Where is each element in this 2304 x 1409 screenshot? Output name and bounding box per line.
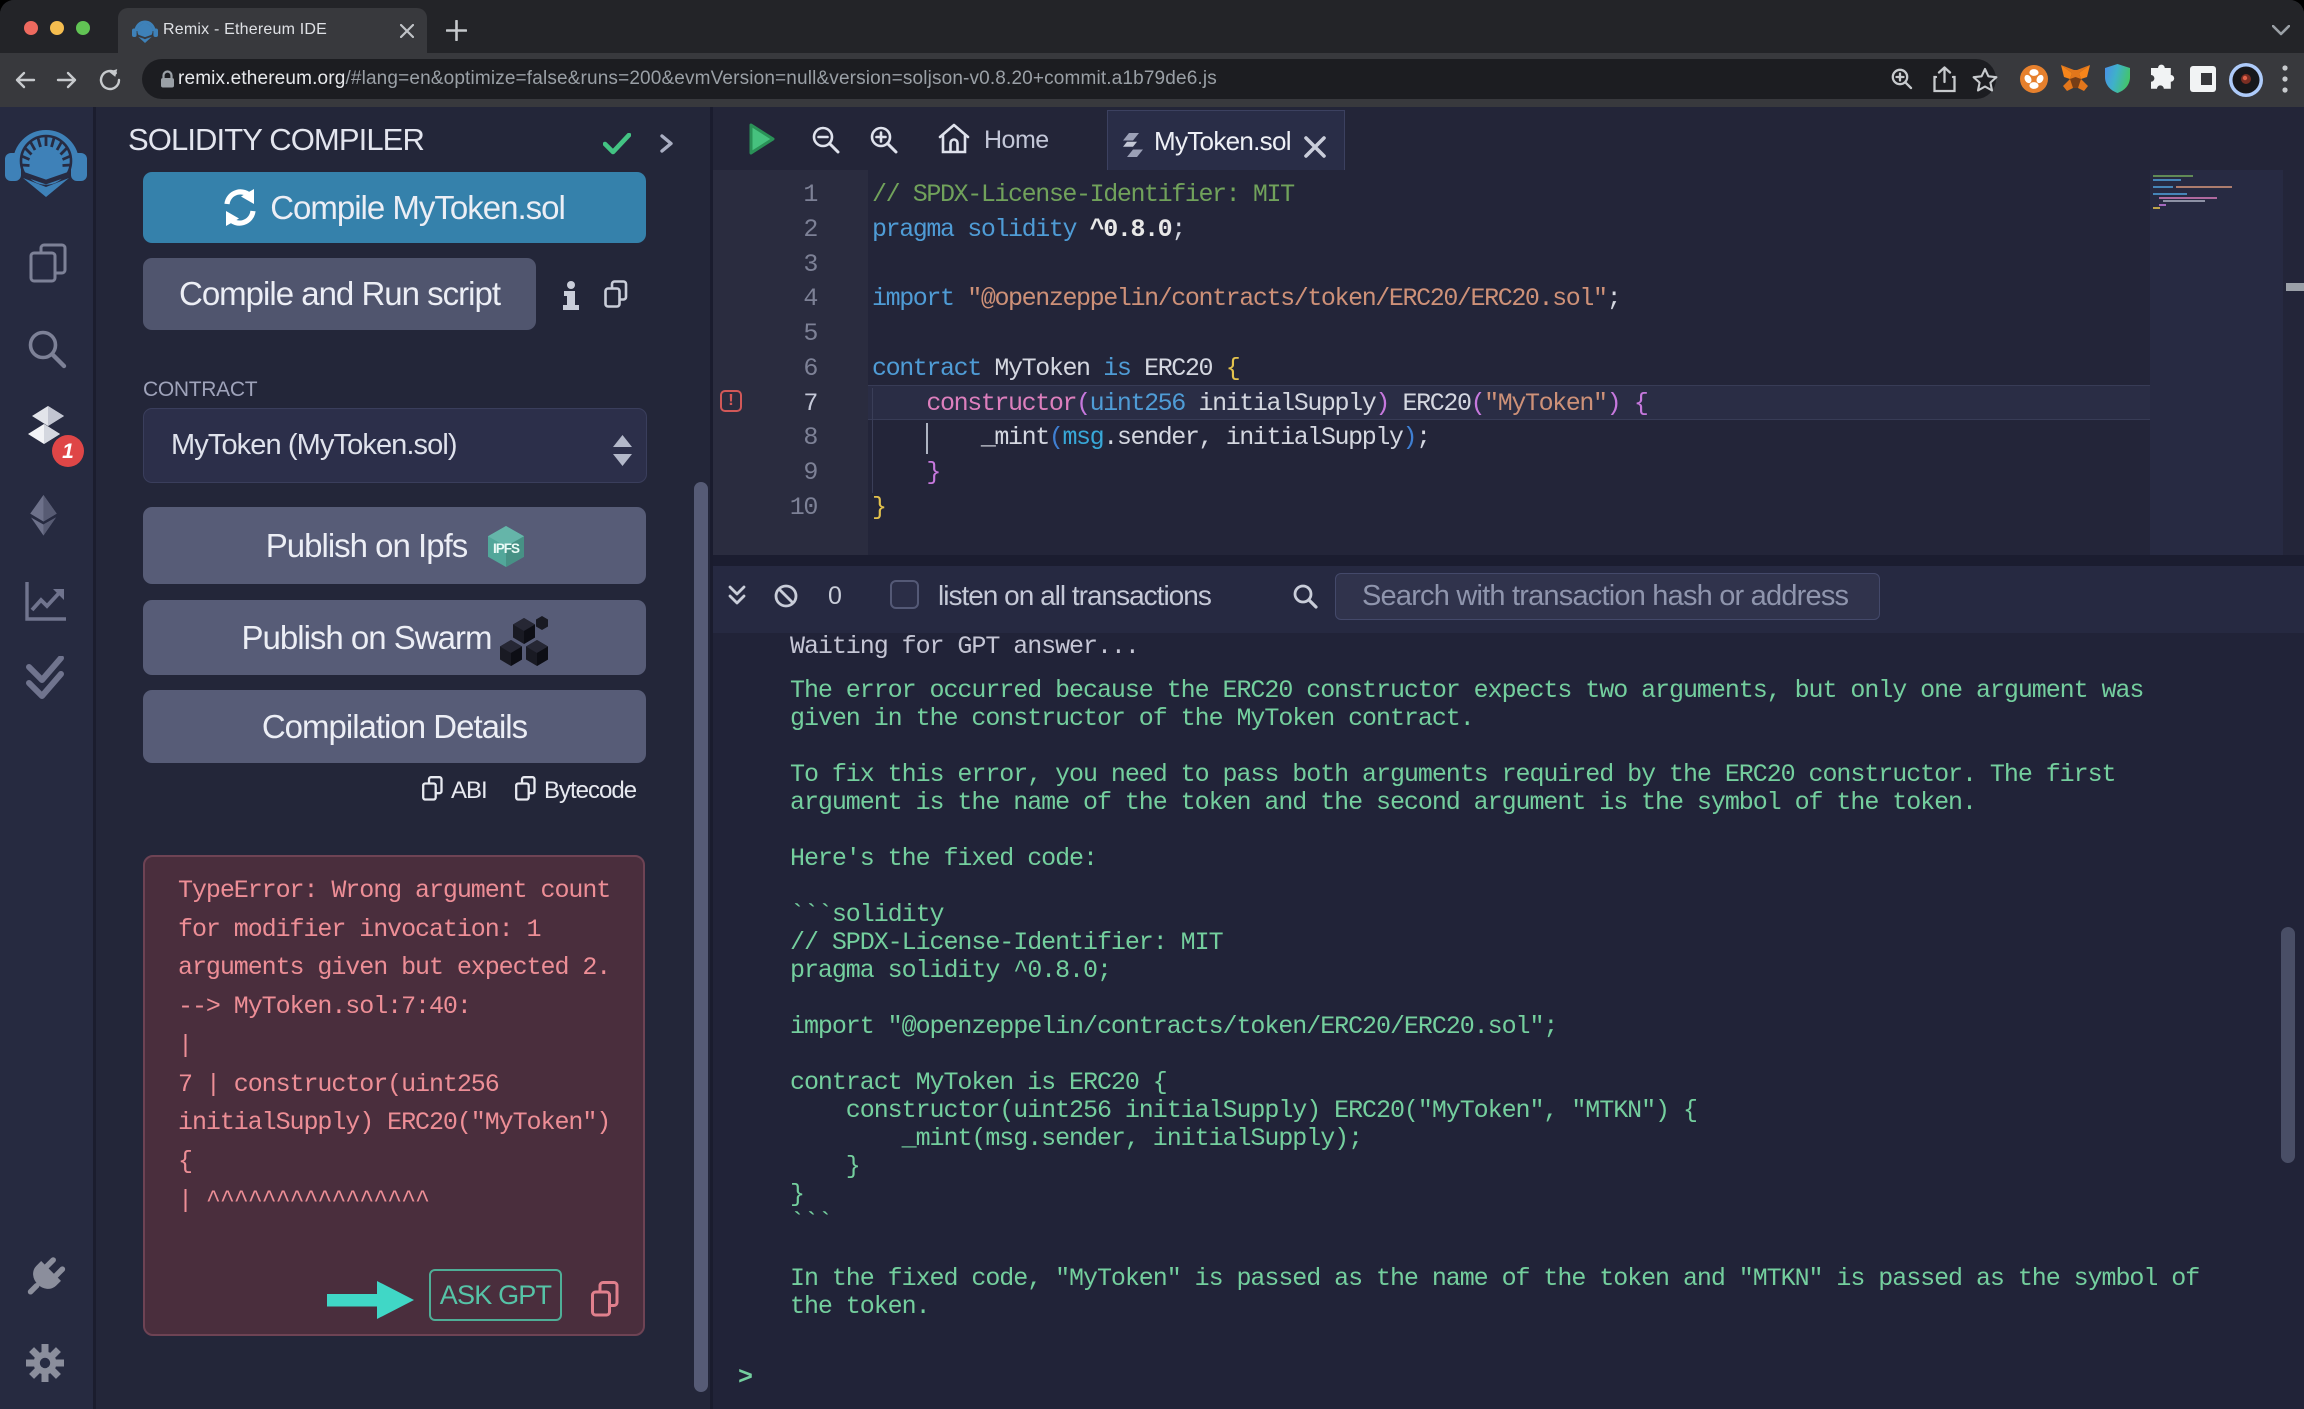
svg-text:1: 1 bbox=[62, 440, 74, 463]
svg-text:IPFS: IPFS bbox=[493, 541, 520, 556]
